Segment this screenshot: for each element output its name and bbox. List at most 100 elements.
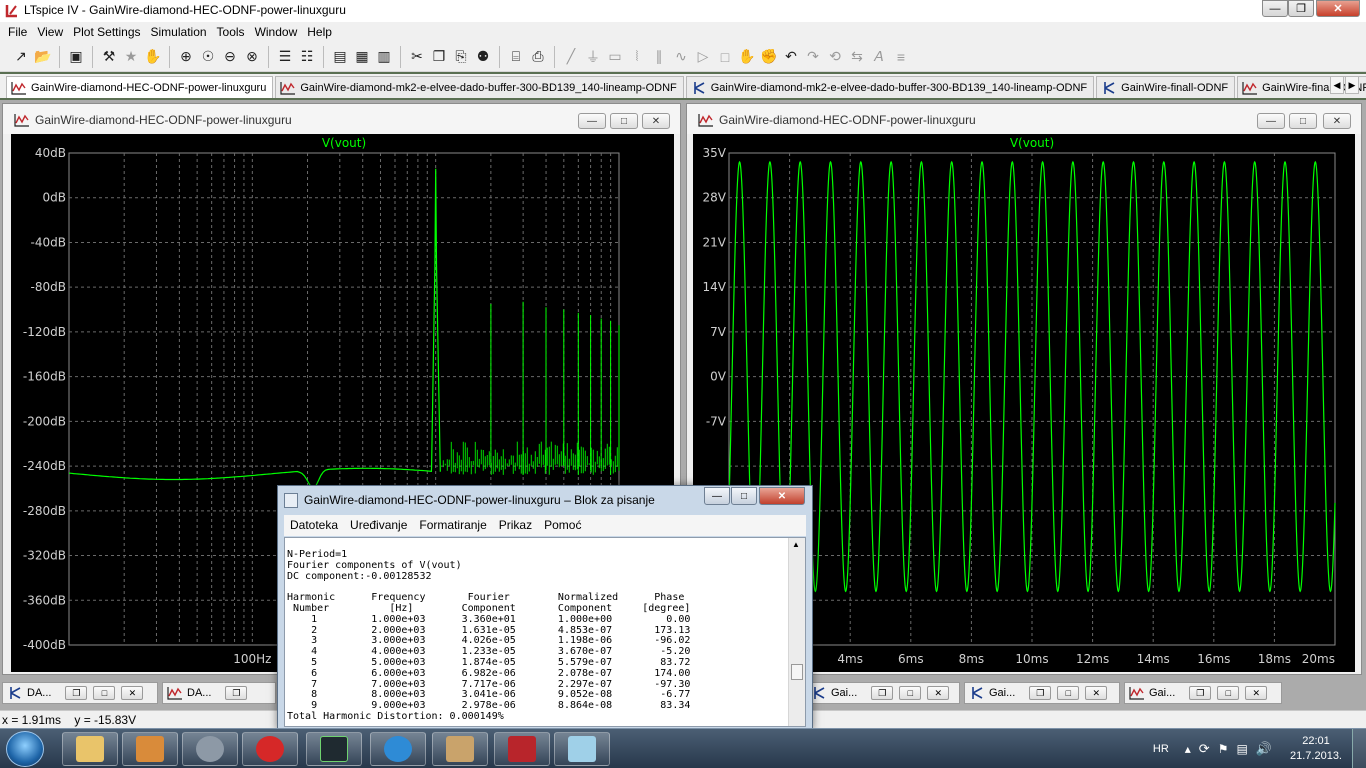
cascade-icon[interactable]: ▦ [351,46,373,68]
restore-icon[interactable]: ❐ [225,686,247,700]
ground-icon[interactable]: ⏚ [582,46,604,68]
minimized-window-4[interactable]: Gai... ❐ □ ✕ [964,682,1120,704]
minimized-window-1[interactable]: DA... ❐ □ ✕ [2,682,158,704]
notepad-maximize-button[interactable]: □ [731,487,757,505]
transient-plot-titlebar[interactable]: GainWire-diamond-HEC-ODNF-power-linuxgur… [687,104,1361,134]
restore-icon[interactable]: ❐ [1029,686,1051,700]
taskbar-notepad[interactable] [554,732,610,766]
taskbar-explorer[interactable] [62,732,118,766]
rotate-icon[interactable]: ⟲ [824,46,846,68]
transient-close-button[interactable]: ✕ [1323,113,1351,129]
taskbar-tool[interactable] [182,732,238,766]
redo-icon[interactable]: ↷ [802,46,824,68]
pan-icon[interactable]: ✋ [142,46,164,68]
restore-icon[interactable]: ❐ [871,686,893,700]
close-icon[interactable]: ✕ [1245,686,1267,700]
fft-close-button[interactable]: ✕ [642,113,670,129]
resistor-icon[interactable]: ⦚ [626,46,648,68]
action-center-icon[interactable]: ⚑ [1218,742,1229,756]
print-setup-icon[interactable]: ⌸ [505,46,527,68]
notepad-menu-help[interactable]: Pomoć [538,515,587,536]
minimized-window-5[interactable]: Gai... ❐ □ ✕ [1124,682,1282,704]
capacitor-icon[interactable]: ∥ [648,46,670,68]
volume-icon[interactable]: 🔊 [1256,741,1272,757]
maximize-icon[interactable]: □ [93,686,115,700]
menu-tools[interactable]: Tools [212,22,250,42]
taskbar-ltspice[interactable] [306,732,362,766]
draw-wire-icon[interactable]: ╱ [560,46,582,68]
copy-icon[interactable]: ❐ [428,46,450,68]
zoom-out-icon[interactable]: ⊖ [219,46,241,68]
taskbar-ltspice-shield[interactable] [494,732,550,766]
fft-maximize-button[interactable]: □ [610,113,638,129]
start-button[interactable] [6,731,44,767]
close-icon[interactable]: ✕ [1085,686,1107,700]
drag-icon[interactable]: ✊ [758,46,780,68]
menu-view[interactable]: View [32,22,68,42]
maximize-icon[interactable]: □ [1217,686,1239,700]
new-schematic-icon[interactable]: ↗ [10,46,32,68]
notepad-minimize-button[interactable]: — [704,487,730,505]
zoom-cancel-icon[interactable]: ⊗ [241,46,263,68]
restore-icon[interactable]: ❐ [1189,686,1211,700]
menu-help[interactable]: Help [302,22,337,42]
menu-file[interactable]: File [3,22,32,42]
minimize-button[interactable]: — [1262,0,1288,17]
minimized-window-2[interactable]: DA... ❐ [162,682,276,704]
tile-vertical-icon[interactable]: ▥ [373,46,395,68]
autoscale-icon[interactable]: ☰ [274,46,296,68]
menu-simulation[interactable]: Simulation [146,22,212,42]
tile-horizontal-icon[interactable]: ▤ [329,46,351,68]
paste-icon[interactable]: ⎘ [450,46,472,68]
restore-icon[interactable]: ❐ [65,686,87,700]
save-icon[interactable]: ▣ [65,46,87,68]
undo-icon[interactable]: ↶ [780,46,802,68]
notepad-menu-file[interactable]: Datoteka [284,515,344,536]
component-icon[interactable]: □ [714,46,736,68]
fft-minimize-button[interactable]: — [578,113,606,129]
notepad-vertical-scrollbar[interactable]: ▲ [788,538,805,726]
show-desktop-button[interactable] [1352,729,1366,768]
run-icon[interactable]: ★ [120,46,142,68]
transient-maximize-button[interactable]: □ [1289,113,1317,129]
notepad-menu-edit[interactable]: Uređivanje [344,515,413,536]
doc-tab-2[interactable]: GainWire-diamond-mk2-e-elvee-dado-buffer… [275,76,683,98]
maximize-button[interactable]: ❐ [1288,0,1314,17]
notepad-window[interactable]: GainWire-diamond-HEC-ODNF-power-linuxgur… [277,485,813,730]
transient-minimize-button[interactable]: — [1257,113,1285,129]
language-indicator[interactable]: HR [1153,743,1169,755]
taskbar-ie[interactable] [370,732,426,766]
move-icon[interactable]: ✋ [736,46,758,68]
clock[interactable]: 22:01 21.7.2013. [1290,734,1342,764]
close-icon[interactable]: ✕ [927,686,949,700]
fft-plot-titlebar[interactable]: GainWire-diamond-HEC-ODNF-power-linuxgur… [3,104,680,134]
tray-expand-icon[interactable]: ▴ [1185,742,1191,756]
notepad-close-button[interactable]: ✕ [759,487,805,505]
menu-plot-settings[interactable]: Plot Settings [68,22,145,42]
scroll-thumb[interactable] [791,664,803,680]
diode-icon[interactable]: ▷ [692,46,714,68]
notepad-text-area[interactable]: N-Period=1 Fourier components of V(vout)… [284,537,806,727]
taskbar-opera[interactable] [242,732,298,766]
maximize-icon[interactable]: □ [1057,686,1079,700]
find-icon[interactable]: ⚉ [472,46,494,68]
menu-window[interactable]: Window [250,22,303,42]
mirror-icon[interactable]: ⇆ [846,46,868,68]
close-icon[interactable]: ✕ [121,686,143,700]
spice-directive-icon[interactable]: ≡ [890,46,912,68]
doc-tab-3[interactable]: GainWire-diamond-mk2-e-elvee-dado-buffer… [686,76,1094,98]
close-button[interactable]: ✕ [1316,0,1360,17]
taskbar-installer[interactable] [122,732,178,766]
label-net-icon[interactable]: ▭ [604,46,626,68]
zoom-in-icon[interactable]: ⊕ [175,46,197,68]
network-icon[interactable]: ▤ [1236,742,1247,756]
text-icon[interactable]: 𝘈 [868,46,890,68]
cut-icon[interactable]: ✂ [406,46,428,68]
control-panel-icon[interactable]: ⚒ [98,46,120,68]
notepad-titlebar[interactable]: GainWire-diamond-HEC-ODNF-power-linuxgur… [278,486,812,514]
minimized-window-3[interactable]: Gai... ❐ □ ✕ [806,682,960,704]
open-icon[interactable]: 📂 [32,46,54,68]
scroll-up-icon[interactable]: ▲ [792,540,800,549]
tab-scroll-right-icon[interactable]: ▶ [1345,76,1359,94]
maximize-icon[interactable]: □ [899,686,921,700]
